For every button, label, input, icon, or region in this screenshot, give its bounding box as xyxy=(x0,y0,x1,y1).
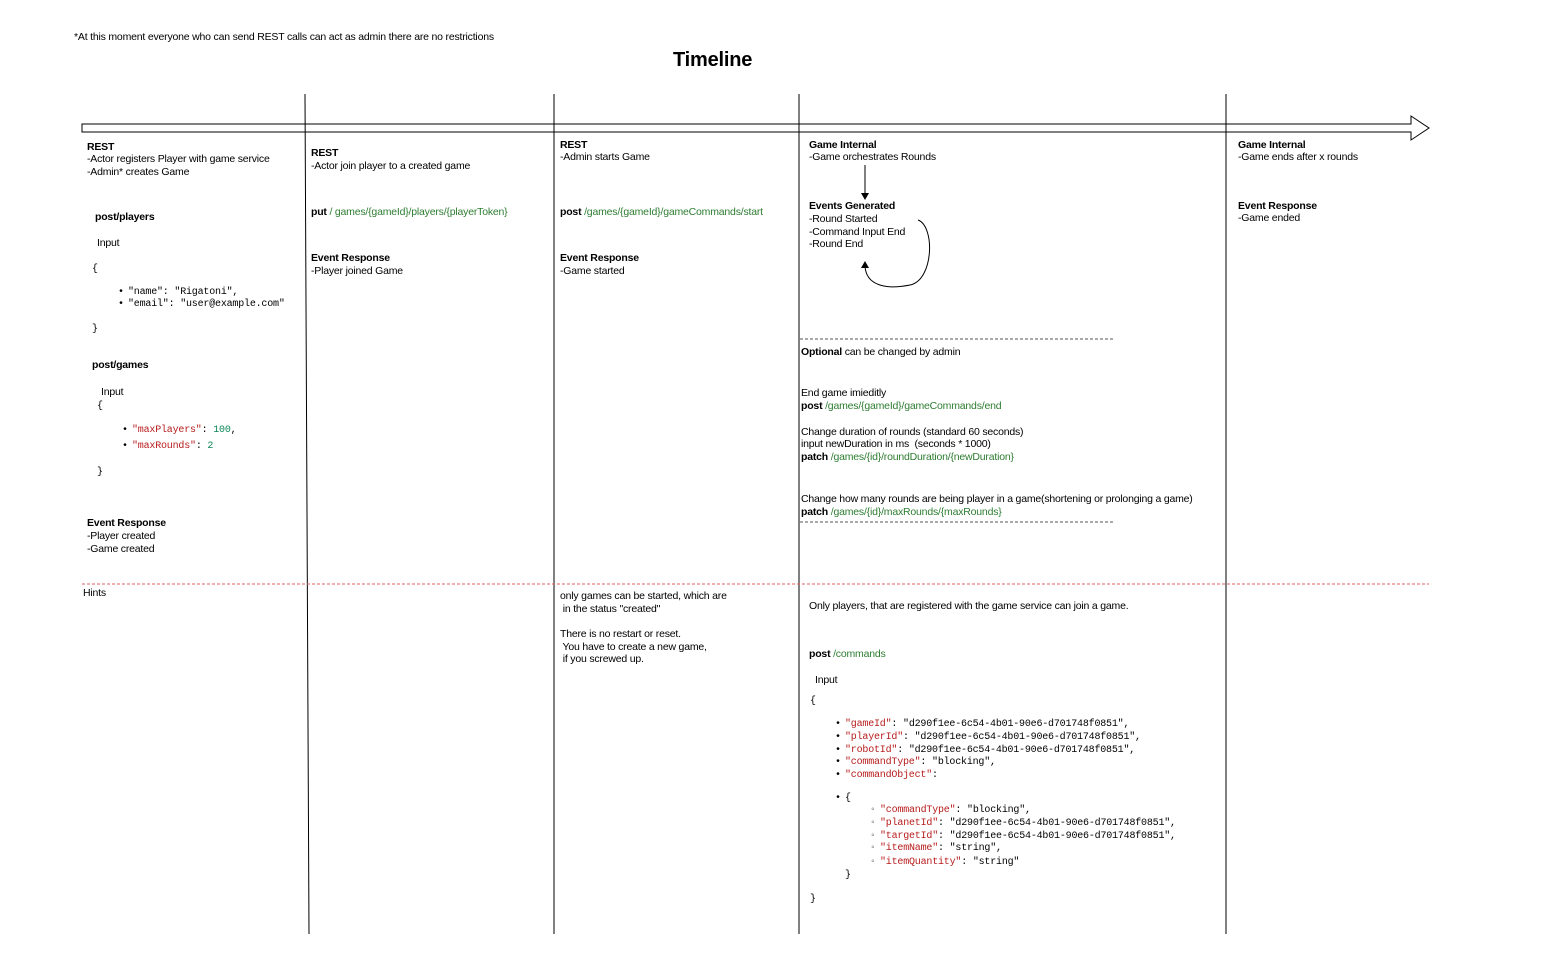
endpoint-put-join: put / games/{gameId}/players/{playerToke… xyxy=(311,206,508,218)
brace-open: { xyxy=(810,696,816,707)
event-response-item: -Game started xyxy=(560,265,625,277)
event-response-item: -Player joined Game xyxy=(311,265,403,277)
hint-line: in the status "created" xyxy=(560,603,661,615)
object-brace-close: } xyxy=(845,870,851,881)
end-game-text: End game imieditly xyxy=(801,387,887,399)
input-label: Input xyxy=(815,674,838,686)
brace-close: } xyxy=(810,894,816,905)
event-response-heading: Event Response xyxy=(560,252,639,264)
duration-text: input newDuration in ms (seconds * 1000) xyxy=(801,438,991,450)
brace-open: { xyxy=(92,264,98,275)
hint-line: There is no restart or reset. xyxy=(560,628,681,640)
endpoint-post-start: post /games/{gameId}/gameCommands/start xyxy=(560,206,763,218)
duration-text: Change duration of rounds (standard 60 s… xyxy=(801,426,1024,438)
endpoint-post-commands: post /commands xyxy=(809,648,886,660)
event-item: -Round Started xyxy=(809,213,878,225)
json-subfield-commandtype: "commandType": "blocking", xyxy=(870,805,1031,818)
col1-heading: REST xyxy=(87,141,115,153)
hint-line: if you screwed up. xyxy=(560,653,644,665)
timeline-graphics xyxy=(81,93,1430,935)
brace-open: { xyxy=(97,401,103,412)
optional-heading: Optional can be changed by admin xyxy=(801,346,961,358)
endpoint-post-players: post/players xyxy=(95,211,155,223)
json-subfield-planetid: "planetId": "d290f1ee-6c54-4b01-90e6-d70… xyxy=(870,818,1176,831)
col2-heading: REST xyxy=(311,147,339,159)
endpoint-patch-maxrounds: patch /games/{id}/maxRounds/{maxRounds} xyxy=(801,506,1002,518)
event-response-item: -Player created xyxy=(87,530,156,542)
endpoint-post-end: post /games/{gameId}/gameCommands/end xyxy=(801,400,1002,412)
input-label: Input xyxy=(101,386,124,398)
json-field-gameid: "gameId": "d290f1ee-6c54-4b01-90e6-d7017… xyxy=(835,719,1129,732)
col5-heading: Game Internal xyxy=(1238,139,1306,151)
json-field-commandtype: "commandType": "blocking", xyxy=(835,757,996,770)
hint-line: You have to create a new game, xyxy=(560,641,707,653)
col4-heading: Game Internal xyxy=(809,139,877,151)
object-brace-open: { xyxy=(835,793,851,806)
event-response-heading: Event Response xyxy=(87,517,166,529)
json-field-commandobject: "commandObject": xyxy=(835,770,938,783)
json-field-maxrounds: "maxRounds": 2 xyxy=(122,441,213,454)
input-label: Input xyxy=(97,237,120,249)
json-field-name: "name": "Rigatoni", xyxy=(118,287,238,300)
col3-heading: REST xyxy=(560,139,588,151)
event-response-item: -Game ended xyxy=(1238,212,1301,224)
col2-line: -Actor join player to a created game xyxy=(311,160,471,172)
events-generated-heading: Events Generated xyxy=(809,200,896,212)
event-response-heading: Event Response xyxy=(1238,200,1317,212)
event-response-heading: Event Response xyxy=(311,252,390,264)
timeline-arrow xyxy=(81,115,1430,141)
max-rounds-text: Change how many rounds are being player … xyxy=(801,493,1193,505)
hint-line: only games can be started, which are xyxy=(560,590,727,602)
hints-label: Hints xyxy=(83,587,106,599)
brace-close: } xyxy=(97,467,103,478)
json-subfield-itemquantity: "itemQuantity": "string" xyxy=(870,857,1019,870)
col1-line: -Admin* creates Game xyxy=(87,166,190,178)
brace-close: } xyxy=(92,324,98,335)
page-title: Timeline xyxy=(673,49,753,71)
event-item: -Command Input End xyxy=(809,226,906,238)
json-field-email: "email": "user@example.com" xyxy=(118,299,285,312)
col3-line: -Admin starts Game xyxy=(560,151,650,163)
endpoint-patch-duration: patch /games/{id}/roundDuration/{newDura… xyxy=(801,451,1014,463)
hint-line: Only players, that are registered with t… xyxy=(809,600,1129,612)
col5-line: -Game ends after x rounds xyxy=(1238,151,1358,163)
json-subfield-itemname: "itemName": "string", xyxy=(870,843,1002,856)
json-field-maxplayers: "maxPlayers": 100, xyxy=(122,425,237,438)
endpoint-post-games: post/games xyxy=(92,359,149,371)
json-field-robotid: "robotId": "d290f1ee-6c54-4b01-90e6-d701… xyxy=(835,745,1135,758)
event-response-item: -Game created xyxy=(87,543,155,555)
json-field-playerid: "playerId": "d290f1ee-6c54-4b01-90e6-d70… xyxy=(835,732,1141,745)
column-divider xyxy=(304,93,310,935)
admin-note: *At this moment everyone who can send RE… xyxy=(74,31,494,43)
col1-line: -Actor registers Player with game servic… xyxy=(87,153,270,165)
col4-line: -Game orchestrates Rounds xyxy=(809,151,936,163)
event-item: -Round End xyxy=(809,238,864,250)
json-subfield-targetid: "targetId": "d290f1ee-6c54-4b01-90e6-d70… xyxy=(870,831,1176,844)
